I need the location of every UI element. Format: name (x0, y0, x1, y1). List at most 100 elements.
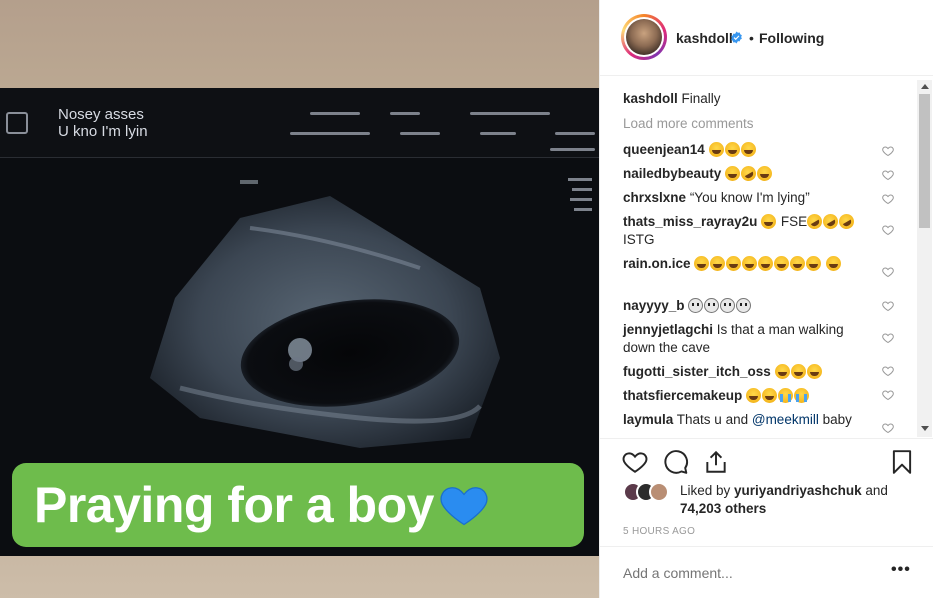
like-comment-heart-icon[interactable] (882, 365, 894, 377)
comment-text: ISTG (623, 232, 655, 247)
joy-emoji-icon (790, 256, 806, 271)
caption-text: Praying for a boy (34, 477, 434, 533)
mention-link[interactable]: @meekmill (752, 412, 819, 427)
like-comment-heart-icon[interactable] (882, 224, 894, 236)
likes-text: Liked by yuriyandriyashchuk and 74,203 o… (680, 482, 920, 518)
rofl-emoji-icon (738, 163, 759, 184)
scroll-down-arrow-icon[interactable] (921, 426, 929, 431)
joy-emoji-icon (806, 364, 822, 379)
sob-emoji-icon (794, 388, 810, 403)
comment-bubble-icon[interactable] (663, 449, 689, 475)
blue-heart-icon (440, 487, 488, 526)
post-actions (600, 438, 933, 486)
comment-item: nayyyy_b (623, 297, 863, 315)
scroll-up-arrow-icon[interactable] (921, 84, 929, 89)
likes-summary: Liked by yuriyandriyashchuk and 74,203 o… (600, 482, 933, 518)
likes-count[interactable]: 74,203 others (680, 501, 766, 516)
joy-emoji-icon (758, 256, 774, 271)
share-icon[interactable] (703, 449, 729, 475)
comment-text: Thats u and (676, 412, 752, 427)
load-more-comments-button[interactable]: Load more comments (623, 116, 754, 131)
comment-text: “You know I'm lying” (689, 190, 810, 205)
post-image[interactable]: Nosey asses U kno I'm lyin Praying for a… (0, 0, 599, 598)
comments-list[interactable]: kashdoll Finally Load more comments quee… (600, 77, 933, 437)
comment-username[interactable]: nayyyy_b (623, 298, 685, 313)
likes-prefix: Liked by (680, 483, 735, 498)
joy-emoji-icon (826, 256, 842, 271)
avatar[interactable] (649, 482, 669, 502)
comment-username[interactable]: queenjean14 (623, 142, 705, 157)
story-caption: Praying for a boy (12, 463, 584, 547)
joy-emoji-icon (742, 256, 758, 271)
more-options-button[interactable]: ••• (891, 561, 911, 579)
header-separator: • (749, 30, 754, 46)
joy-emoji-icon (708, 142, 724, 157)
skull-emoji-icon (704, 298, 720, 313)
header-username[interactable]: kashdoll (676, 30, 733, 46)
joy-emoji-icon (774, 256, 790, 271)
like-comment-heart-icon[interactable] (882, 266, 894, 278)
like-comment-heart-icon[interactable] (882, 332, 894, 344)
post-side-panel: kashdoll • Following kashdoll Finally Lo… (599, 0, 933, 598)
like-comment-heart-icon[interactable] (882, 389, 894, 401)
like-comment-heart-icon[interactable] (882, 422, 894, 434)
verified-badge-icon (731, 31, 742, 44)
monitor-text: Nosey asses U kno I'm lyin (58, 106, 148, 140)
joy-emoji-icon (790, 364, 806, 379)
joy-emoji-icon (757, 166, 773, 181)
skull-emoji-icon (736, 298, 752, 313)
comment-item: jennyjetlagchi Is that a man walking dow… (623, 321, 863, 357)
comment-username[interactable]: thats_miss_rayray2u (623, 214, 757, 229)
liker-username[interactable]: yuriyandriyashchuk (734, 483, 862, 498)
avatar[interactable] (621, 14, 667, 60)
skull-emoji-icon (688, 298, 704, 313)
joy-emoji-icon (724, 142, 740, 157)
joy-emoji-icon (694, 256, 710, 271)
like-comment-heart-icon[interactable] (882, 193, 894, 205)
comment-item: queenjean14 (623, 141, 863, 159)
add-comment-input[interactable] (623, 565, 863, 581)
joy-emoji-icon (725, 166, 741, 181)
scrollbar-thumb[interactable] (919, 94, 930, 228)
joy-emoji-icon (774, 364, 790, 379)
sob-emoji-icon (778, 388, 794, 403)
comment-item: rain.on.ice (623, 255, 863, 273)
comment-text: Finally (681, 91, 721, 106)
monitor-logo-icon (6, 112, 28, 134)
monitor-header: Nosey asses U kno I'm lyin (0, 88, 599, 158)
post-header: kashdoll • Following (600, 0, 933, 76)
like-comment-heart-icon[interactable] (882, 145, 894, 157)
likes-middle: and (861, 483, 888, 498)
skull-emoji-icon (720, 298, 736, 313)
add-comment-bar: ••• (600, 546, 933, 598)
rofl-emoji-icon (836, 211, 857, 232)
joy-emoji-icon (740, 142, 756, 157)
caption-comment: kashdoll Finally (623, 90, 863, 108)
comment-username[interactable]: chrxslxne (623, 190, 686, 205)
comment-text: baby (818, 412, 852, 427)
comment-item: thatsfiercemakeup (623, 387, 863, 405)
comment-item: fugotti_sister_itch_oss (623, 363, 863, 381)
comment-text: FSE (780, 214, 808, 229)
monitor-text-line1: Nosey asses (58, 106, 144, 123)
comment-username[interactable]: laymula (623, 412, 673, 427)
like-heart-icon[interactable] (622, 449, 648, 475)
joy-emoji-icon (762, 388, 778, 403)
following-button[interactable]: Following (759, 30, 824, 46)
joy-emoji-icon (761, 214, 777, 229)
liker-avatars (623, 482, 675, 504)
comment-item: laymula Thats u and @meekmill baby (623, 411, 863, 429)
like-comment-heart-icon[interactable] (882, 300, 894, 312)
comment-username[interactable]: kashdoll (623, 91, 678, 106)
comment-item: nailedbybeauty (623, 163, 863, 184)
like-comment-heart-icon[interactable] (882, 169, 894, 181)
comment-username[interactable]: nailedbybeauty (623, 166, 721, 181)
comment-username[interactable]: jennyjetlagchi (623, 322, 713, 337)
bookmark-icon[interactable] (889, 449, 915, 475)
post-timestamp[interactable]: 5 HOURS AGO (623, 526, 695, 537)
comment-username[interactable]: rain.on.ice (623, 256, 691, 271)
joy-emoji-icon (746, 388, 762, 403)
comment-item: thats_miss_rayray2u FSE ISTG (623, 211, 863, 249)
comment-username[interactable]: thatsfiercemakeup (623, 388, 742, 403)
comment-username[interactable]: fugotti_sister_itch_oss (623, 364, 771, 379)
